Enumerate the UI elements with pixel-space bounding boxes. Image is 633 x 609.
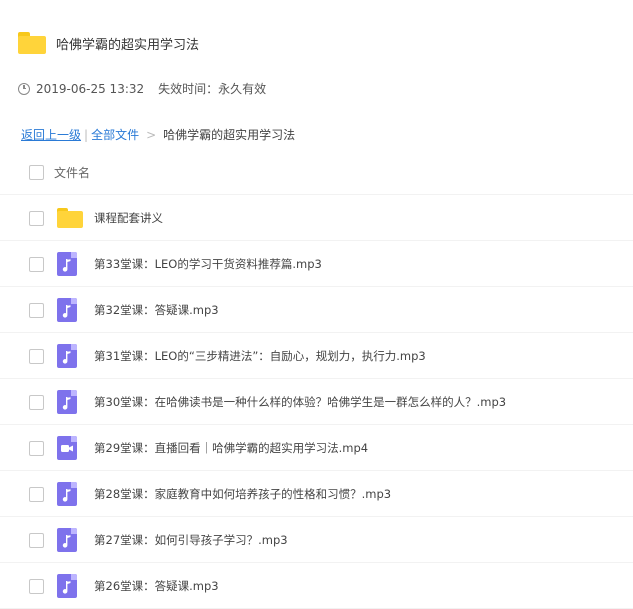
back-link[interactable]: 返回上一级 — [21, 126, 81, 143]
file-checkbox[interactable] — [29, 578, 44, 594]
file-checkbox[interactable] — [29, 394, 44, 410]
music-file-icon — [57, 527, 79, 552]
file-checkbox[interactable] — [29, 486, 44, 502]
file-row[interactable]: 课程配套讲义 — [0, 195, 633, 241]
file-row[interactable]: 第33堂课：LEO的学习干货资料推荐篇.mp3 — [0, 241, 633, 287]
folder-icon — [57, 207, 83, 228]
breadcrumb-chevron: > — [146, 127, 157, 142]
video-file-icon — [57, 435, 79, 460]
file-name[interactable]: 第28堂课：家庭教育中如何培养孩子的性格和习惯？.mp3 — [94, 486, 391, 502]
file-checkbox[interactable] — [29, 256, 44, 272]
page-title: 哈佛学霸的超实用学习法 — [56, 37, 200, 53]
music-file-icon — [57, 481, 79, 506]
breadcrumb-separator: | — [84, 127, 89, 142]
file-name[interactable]: 课程配套讲义 — [94, 210, 163, 226]
file-name[interactable]: 第32堂课：答疑课.mp3 — [94, 302, 219, 318]
file-checkbox[interactable] — [29, 348, 44, 364]
file-row[interactable]: 第30堂课：在哈佛读书是一种什么样的体验？哈佛学生是一群怎么样的人？.mp3 — [0, 379, 633, 425]
file-name[interactable]: 第26堂课：答疑课.mp3 — [94, 578, 219, 594]
clock-icon — [18, 82, 30, 95]
folder-icon — [18, 32, 46, 54]
share-meta: 2019-06-25 13:32 失效时间：永久有效 — [18, 80, 266, 97]
file-list: 文件名 课程配套讲义第33堂课：LEO的学习干货资料推荐篇.mp3 第32堂课：答… — [0, 150, 633, 609]
file-list-header: 文件名 — [0, 150, 633, 195]
music-file-icon — [57, 389, 79, 414]
column-filename: 文件名 — [54, 165, 91, 180]
select-all-checkbox[interactable] — [29, 165, 44, 180]
file-row[interactable]: 第28堂课：家庭教育中如何培养孩子的性格和习惯？.mp3 — [0, 471, 633, 517]
file-checkbox[interactable] — [29, 210, 44, 226]
all-files-link[interactable]: 全部文件 — [91, 126, 139, 143]
file-checkbox[interactable] — [29, 440, 44, 456]
file-name[interactable]: 第27堂课：如何引导孩子学习？.mp3 — [94, 532, 288, 548]
music-file-icon — [57, 297, 79, 322]
file-name[interactable]: 第30堂课：在哈佛读书是一种什么样的体验？哈佛学生是一群怎么样的人？.mp3 — [94, 394, 506, 410]
file-checkbox[interactable] — [29, 532, 44, 548]
file-name[interactable]: 第31堂课：LEO的“三步精进法”：自励心，规划力，执行力.mp3 — [94, 348, 426, 364]
file-row[interactable]: 第26堂课：答疑课.mp3 — [0, 563, 633, 609]
share-datetime: 2019-06-25 13:32 — [36, 81, 145, 96]
file-name[interactable]: 第33堂课：LEO的学习干货资料推荐篇.mp3 — [94, 256, 322, 272]
file-checkbox[interactable] — [29, 302, 44, 318]
music-file-icon — [57, 573, 79, 598]
file-row[interactable]: 第32堂课：答疑课.mp3 — [0, 287, 633, 333]
file-row[interactable]: 第31堂课：LEO的“三步精进法”：自励心，规划力，执行力.mp3 — [0, 333, 633, 379]
file-row[interactable]: 第29堂课：直播回看｜哈佛学霸的超实用学习法.mp4 — [0, 425, 633, 471]
music-file-icon — [57, 251, 79, 276]
breadcrumb-current: 哈佛学霸的超实用学习法 — [163, 128, 296, 142]
file-row[interactable]: 第27堂课：如何引导孩子学习？.mp3 — [0, 517, 633, 563]
music-file-icon — [57, 343, 79, 368]
file-name[interactable]: 第29堂课：直播回看｜哈佛学霸的超实用学习法.mp4 — [94, 440, 368, 456]
expiry-text: 失效时间：永久有效 — [158, 82, 267, 96]
share-header: 哈佛学霸的超实用学习法 — [18, 28, 199, 58]
breadcrumb: 返回上一级 | 全部文件 > 哈佛学霸的超实用学习法 — [21, 126, 295, 143]
